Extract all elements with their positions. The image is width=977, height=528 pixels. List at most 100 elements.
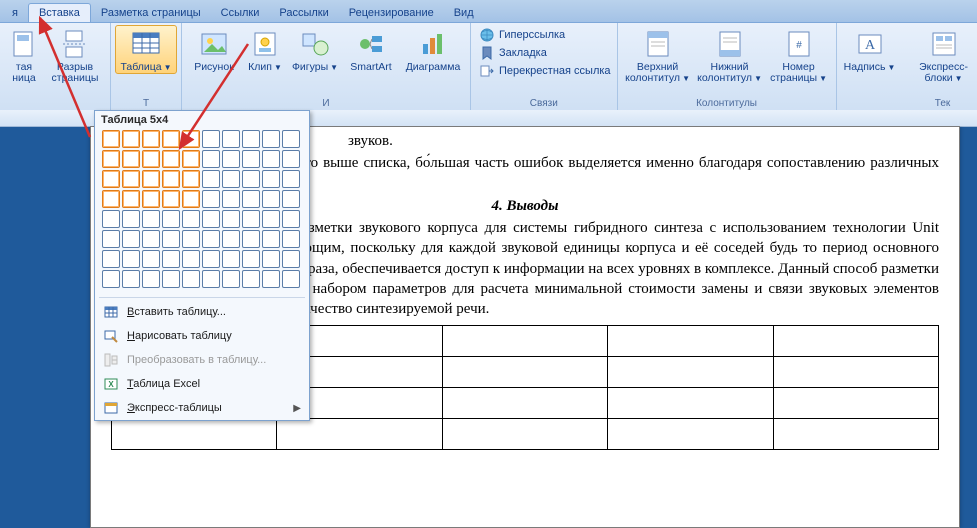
grid-cell[interactable] [282, 150, 300, 168]
insert-table-grid[interactable] [95, 129, 309, 295]
grid-cell[interactable] [162, 250, 180, 268]
grid-cell[interactable] [242, 130, 260, 148]
chart-button[interactable]: Диаграмма [400, 25, 466, 74]
grid-cell[interactable] [242, 230, 260, 248]
grid-cell[interactable] [182, 170, 200, 188]
tab-review[interactable]: Рецензирование [339, 4, 444, 22]
grid-cell[interactable] [202, 210, 220, 228]
grid-cell[interactable] [162, 130, 180, 148]
grid-cell[interactable] [122, 170, 140, 188]
grid-cell[interactable] [182, 150, 200, 168]
grid-cell[interactable] [282, 210, 300, 228]
grid-cell[interactable] [142, 150, 160, 168]
grid-cell[interactable] [102, 190, 120, 208]
grid-cell[interactable] [202, 150, 220, 168]
grid-cell[interactable] [122, 270, 140, 288]
grid-cell[interactable] [162, 230, 180, 248]
grid-cell[interactable] [222, 190, 240, 208]
grid-cell[interactable] [222, 130, 240, 148]
grid-cell[interactable] [182, 210, 200, 228]
grid-cell[interactable] [122, 150, 140, 168]
grid-cell[interactable] [102, 150, 120, 168]
quick-tables-item[interactable]: Экспресс-таблицы ▶ [95, 396, 309, 420]
grid-cell[interactable] [142, 250, 160, 268]
grid-cell[interactable] [282, 170, 300, 188]
grid-cell[interactable] [222, 270, 240, 288]
grid-cell[interactable] [122, 130, 140, 148]
tab-mailings[interactable]: Рассылки [269, 4, 338, 22]
grid-cell[interactable] [262, 170, 280, 188]
grid-cell[interactable] [122, 250, 140, 268]
excel-table-item[interactable]: X Таблица Excel [95, 372, 309, 396]
grid-cell[interactable] [282, 230, 300, 248]
grid-cell[interactable] [202, 130, 220, 148]
grid-cell[interactable] [182, 270, 200, 288]
grid-cell[interactable] [142, 230, 160, 248]
cover-page-button[interactable]: тая ница [4, 25, 44, 85]
grid-cell[interactable] [242, 190, 260, 208]
clip-button[interactable]: Клип▼ [242, 25, 288, 74]
grid-cell[interactable] [222, 210, 240, 228]
smartart-button[interactable]: SmartArt [342, 25, 400, 74]
grid-cell[interactable] [122, 230, 140, 248]
grid-cell[interactable] [262, 210, 280, 228]
grid-cell[interactable] [142, 130, 160, 148]
grid-cell[interactable] [202, 250, 220, 268]
page-number-button[interactable]: # Номер страницы▼ [766, 25, 832, 85]
grid-cell[interactable] [182, 250, 200, 268]
grid-cell[interactable] [202, 170, 220, 188]
grid-cell[interactable] [162, 270, 180, 288]
grid-cell[interactable] [142, 190, 160, 208]
grid-cell[interactable] [242, 170, 260, 188]
grid-cell[interactable] [242, 270, 260, 288]
grid-cell[interactable] [122, 190, 140, 208]
page-break-button[interactable]: Разрыв страницы [44, 25, 106, 85]
footer-button[interactable]: Нижний колонтитул▼ [694, 25, 766, 85]
grid-cell[interactable] [222, 250, 240, 268]
grid-cell[interactable] [262, 230, 280, 248]
grid-cell[interactable] [102, 210, 120, 228]
grid-cell[interactable] [142, 170, 160, 188]
text-box-button[interactable]: A Надпись▼ [841, 25, 899, 74]
grid-cell[interactable] [142, 270, 160, 288]
draw-table-item[interactable]: Нарисовать таблицу [95, 324, 309, 348]
grid-cell[interactable] [262, 250, 280, 268]
grid-cell[interactable] [282, 130, 300, 148]
grid-cell[interactable] [102, 250, 120, 268]
grid-cell[interactable] [102, 270, 120, 288]
tab-references[interactable]: Ссылки [211, 4, 270, 22]
grid-cell[interactable] [282, 190, 300, 208]
grid-cell[interactable] [162, 210, 180, 228]
hyperlink-button[interactable]: Гиперссылка [479, 27, 611, 43]
grid-cell[interactable] [262, 130, 280, 148]
grid-cell[interactable] [222, 170, 240, 188]
grid-cell[interactable] [182, 130, 200, 148]
grid-cell[interactable] [182, 190, 200, 208]
picture-button[interactable]: Рисунок [186, 25, 242, 74]
tab-home-partial[interactable]: я [2, 4, 28, 22]
tab-page-layout[interactable]: Разметка страницы [91, 4, 211, 22]
grid-cell[interactable] [282, 270, 300, 288]
grid-cell[interactable] [142, 210, 160, 228]
grid-cell[interactable] [202, 230, 220, 248]
grid-cell[interactable] [242, 210, 260, 228]
grid-cell[interactable] [282, 250, 300, 268]
grid-cell[interactable] [162, 150, 180, 168]
grid-cell[interactable] [102, 230, 120, 248]
grid-cell[interactable] [162, 190, 180, 208]
grid-cell[interactable] [242, 150, 260, 168]
grid-cell[interactable] [202, 190, 220, 208]
header-button[interactable]: Верхний колонтитул▼ [622, 25, 694, 85]
grid-cell[interactable] [102, 170, 120, 188]
tab-insert[interactable]: Вставка [28, 3, 91, 22]
table-row[interactable] [112, 419, 939, 450]
table-button[interactable]: Таблица▼ [115, 25, 177, 74]
grid-cell[interactable] [242, 250, 260, 268]
shapes-button[interactable]: Фигуры▼ [288, 25, 342, 74]
grid-cell[interactable] [182, 230, 200, 248]
grid-cell[interactable] [222, 150, 240, 168]
grid-cell[interactable] [202, 270, 220, 288]
grid-cell[interactable] [162, 170, 180, 188]
grid-cell[interactable] [122, 210, 140, 228]
tab-view[interactable]: Вид [444, 4, 484, 22]
